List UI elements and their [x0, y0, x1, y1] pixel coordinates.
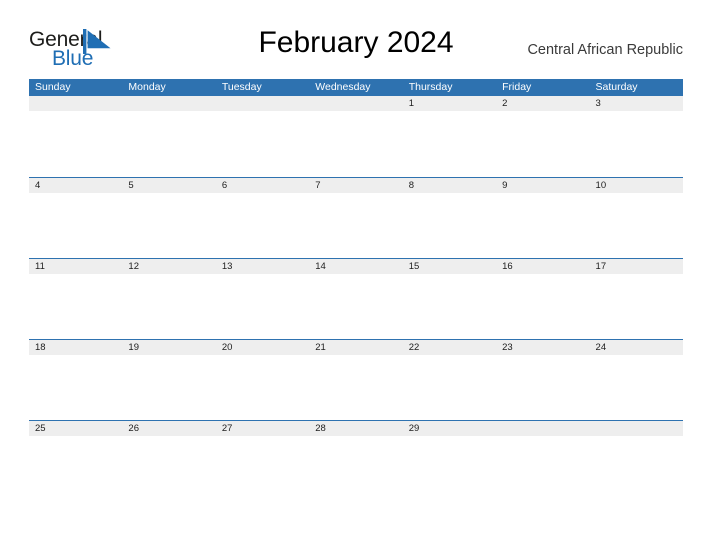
weekday-header-saturday: Saturday	[595, 81, 638, 93]
day-number[interactable]: 17	[590, 259, 683, 274]
day-note-cell[interactable]	[309, 355, 402, 419]
day-note-cell[interactable]	[309, 436, 402, 500]
day-number[interactable]: 24	[590, 340, 683, 355]
day-note-cell[interactable]	[122, 193, 215, 257]
day-note-cell[interactable]	[496, 436, 589, 500]
day-number[interactable]: 21	[309, 340, 402, 355]
week-row: 18 19 20 21 22 23 24	[29, 339, 683, 420]
day-number[interactable]: 8	[403, 178, 496, 193]
week-row: 11 12 13 14 15 16 17	[29, 258, 683, 339]
day-note-cell[interactable]	[29, 274, 122, 338]
day-note-cell[interactable]	[496, 111, 589, 175]
day-number[interactable]: 16	[496, 259, 589, 274]
day-number[interactable]: 6	[216, 178, 309, 193]
day-note-cell[interactable]	[403, 111, 496, 175]
day-note-cell[interactable]	[590, 274, 683, 338]
day-note-cell[interactable]	[29, 111, 122, 175]
week-note-area	[29, 193, 683, 257]
day-number[interactable]	[309, 96, 402, 111]
day-number[interactable]: 23	[496, 340, 589, 355]
day-number[interactable]	[122, 96, 215, 111]
day-note-cell[interactable]	[309, 193, 402, 257]
day-number[interactable]: 2	[496, 96, 589, 111]
day-note-cell[interactable]	[403, 274, 496, 338]
day-number[interactable]: 10	[590, 178, 683, 193]
week-note-area	[29, 274, 683, 338]
weekday-header-friday: Friday	[502, 81, 532, 93]
day-note-cell[interactable]	[122, 274, 215, 338]
day-note-cell[interactable]	[216, 111, 309, 175]
day-number[interactable]: 1	[403, 96, 496, 111]
day-number[interactable]: 12	[122, 259, 215, 274]
weekday-header-row: Sunday Monday Tuesday Wednesday Thursday…	[29, 79, 683, 96]
calendar-page: General Blue February 2024 Central Afric…	[0, 0, 712, 550]
weekday-header-tuesday: Tuesday	[221, 81, 262, 93]
day-note-cell[interactable]	[309, 111, 402, 175]
week-date-band: 25 26 27 28 29	[29, 421, 683, 436]
day-number[interactable]: 27	[216, 421, 309, 436]
week-row: 25 26 27 28 29	[29, 420, 683, 501]
day-number[interactable]: 20	[216, 340, 309, 355]
day-note-cell[interactable]	[216, 193, 309, 257]
day-number[interactable]: 19	[122, 340, 215, 355]
day-note-cell[interactable]	[309, 274, 402, 338]
week-note-area	[29, 436, 683, 500]
day-number[interactable]: 25	[29, 421, 122, 436]
region-label: Central African Republic	[527, 42, 683, 58]
week-date-band: 1 2 3	[29, 96, 683, 111]
day-number[interactable]: 3	[590, 96, 683, 111]
day-note-cell[interactable]	[216, 355, 309, 419]
day-note-cell[interactable]	[29, 355, 122, 419]
day-note-cell[interactable]	[403, 355, 496, 419]
weekday-header-wednesday: Wednesday	[315, 81, 371, 93]
day-number[interactable]: 28	[309, 421, 402, 436]
day-number[interactable]: 22	[403, 340, 496, 355]
day-note-cell[interactable]	[122, 436, 215, 500]
day-number[interactable]	[496, 421, 589, 436]
day-number[interactable]: 14	[309, 259, 402, 274]
day-note-cell[interactable]	[590, 193, 683, 257]
week-row: 1 2 3	[29, 96, 683, 177]
day-number[interactable]: 18	[29, 340, 122, 355]
day-number[interactable]: 13	[216, 259, 309, 274]
day-note-cell[interactable]	[496, 355, 589, 419]
day-note-cell[interactable]	[403, 436, 496, 500]
week-date-band: 4 5 6 7 8 9 10	[29, 178, 683, 193]
day-note-cell[interactable]	[590, 355, 683, 419]
day-note-cell[interactable]	[403, 193, 496, 257]
weekday-header-monday: Monday	[128, 81, 166, 93]
day-note-cell[interactable]	[590, 436, 683, 500]
day-number[interactable]: 5	[122, 178, 215, 193]
week-note-area	[29, 355, 683, 419]
day-note-cell[interactable]	[122, 111, 215, 175]
day-number[interactable]	[590, 421, 683, 436]
week-row: 4 5 6 7 8 9 10	[29, 177, 683, 258]
day-number[interactable]: 29	[403, 421, 496, 436]
day-number[interactable]: 26	[122, 421, 215, 436]
day-number[interactable]: 11	[29, 259, 122, 274]
day-number[interactable]: 7	[309, 178, 402, 193]
day-note-cell[interactable]	[496, 274, 589, 338]
day-note-cell[interactable]	[216, 274, 309, 338]
week-note-area	[29, 111, 683, 175]
page-header: General Blue February 2024 Central Afric…	[0, 0, 712, 78]
day-note-cell[interactable]	[496, 193, 589, 257]
day-note-cell[interactable]	[216, 436, 309, 500]
calendar-grid: Sunday Monday Tuesday Wednesday Thursday…	[29, 79, 683, 501]
week-date-band: 11 12 13 14 15 16 17	[29, 259, 683, 274]
day-number[interactable]	[29, 96, 122, 111]
day-number[interactable]: 4	[29, 178, 122, 193]
weekday-header-sunday: Sunday	[35, 81, 71, 93]
day-number[interactable]: 15	[403, 259, 496, 274]
day-note-cell[interactable]	[122, 355, 215, 419]
day-number[interactable]: 9	[496, 178, 589, 193]
day-note-cell[interactable]	[29, 436, 122, 500]
day-number[interactable]	[216, 96, 309, 111]
weekday-header-thursday: Thursday	[408, 81, 453, 93]
day-note-cell[interactable]	[590, 111, 683, 175]
week-date-band: 18 19 20 21 22 23 24	[29, 340, 683, 355]
day-note-cell[interactable]	[29, 193, 122, 257]
